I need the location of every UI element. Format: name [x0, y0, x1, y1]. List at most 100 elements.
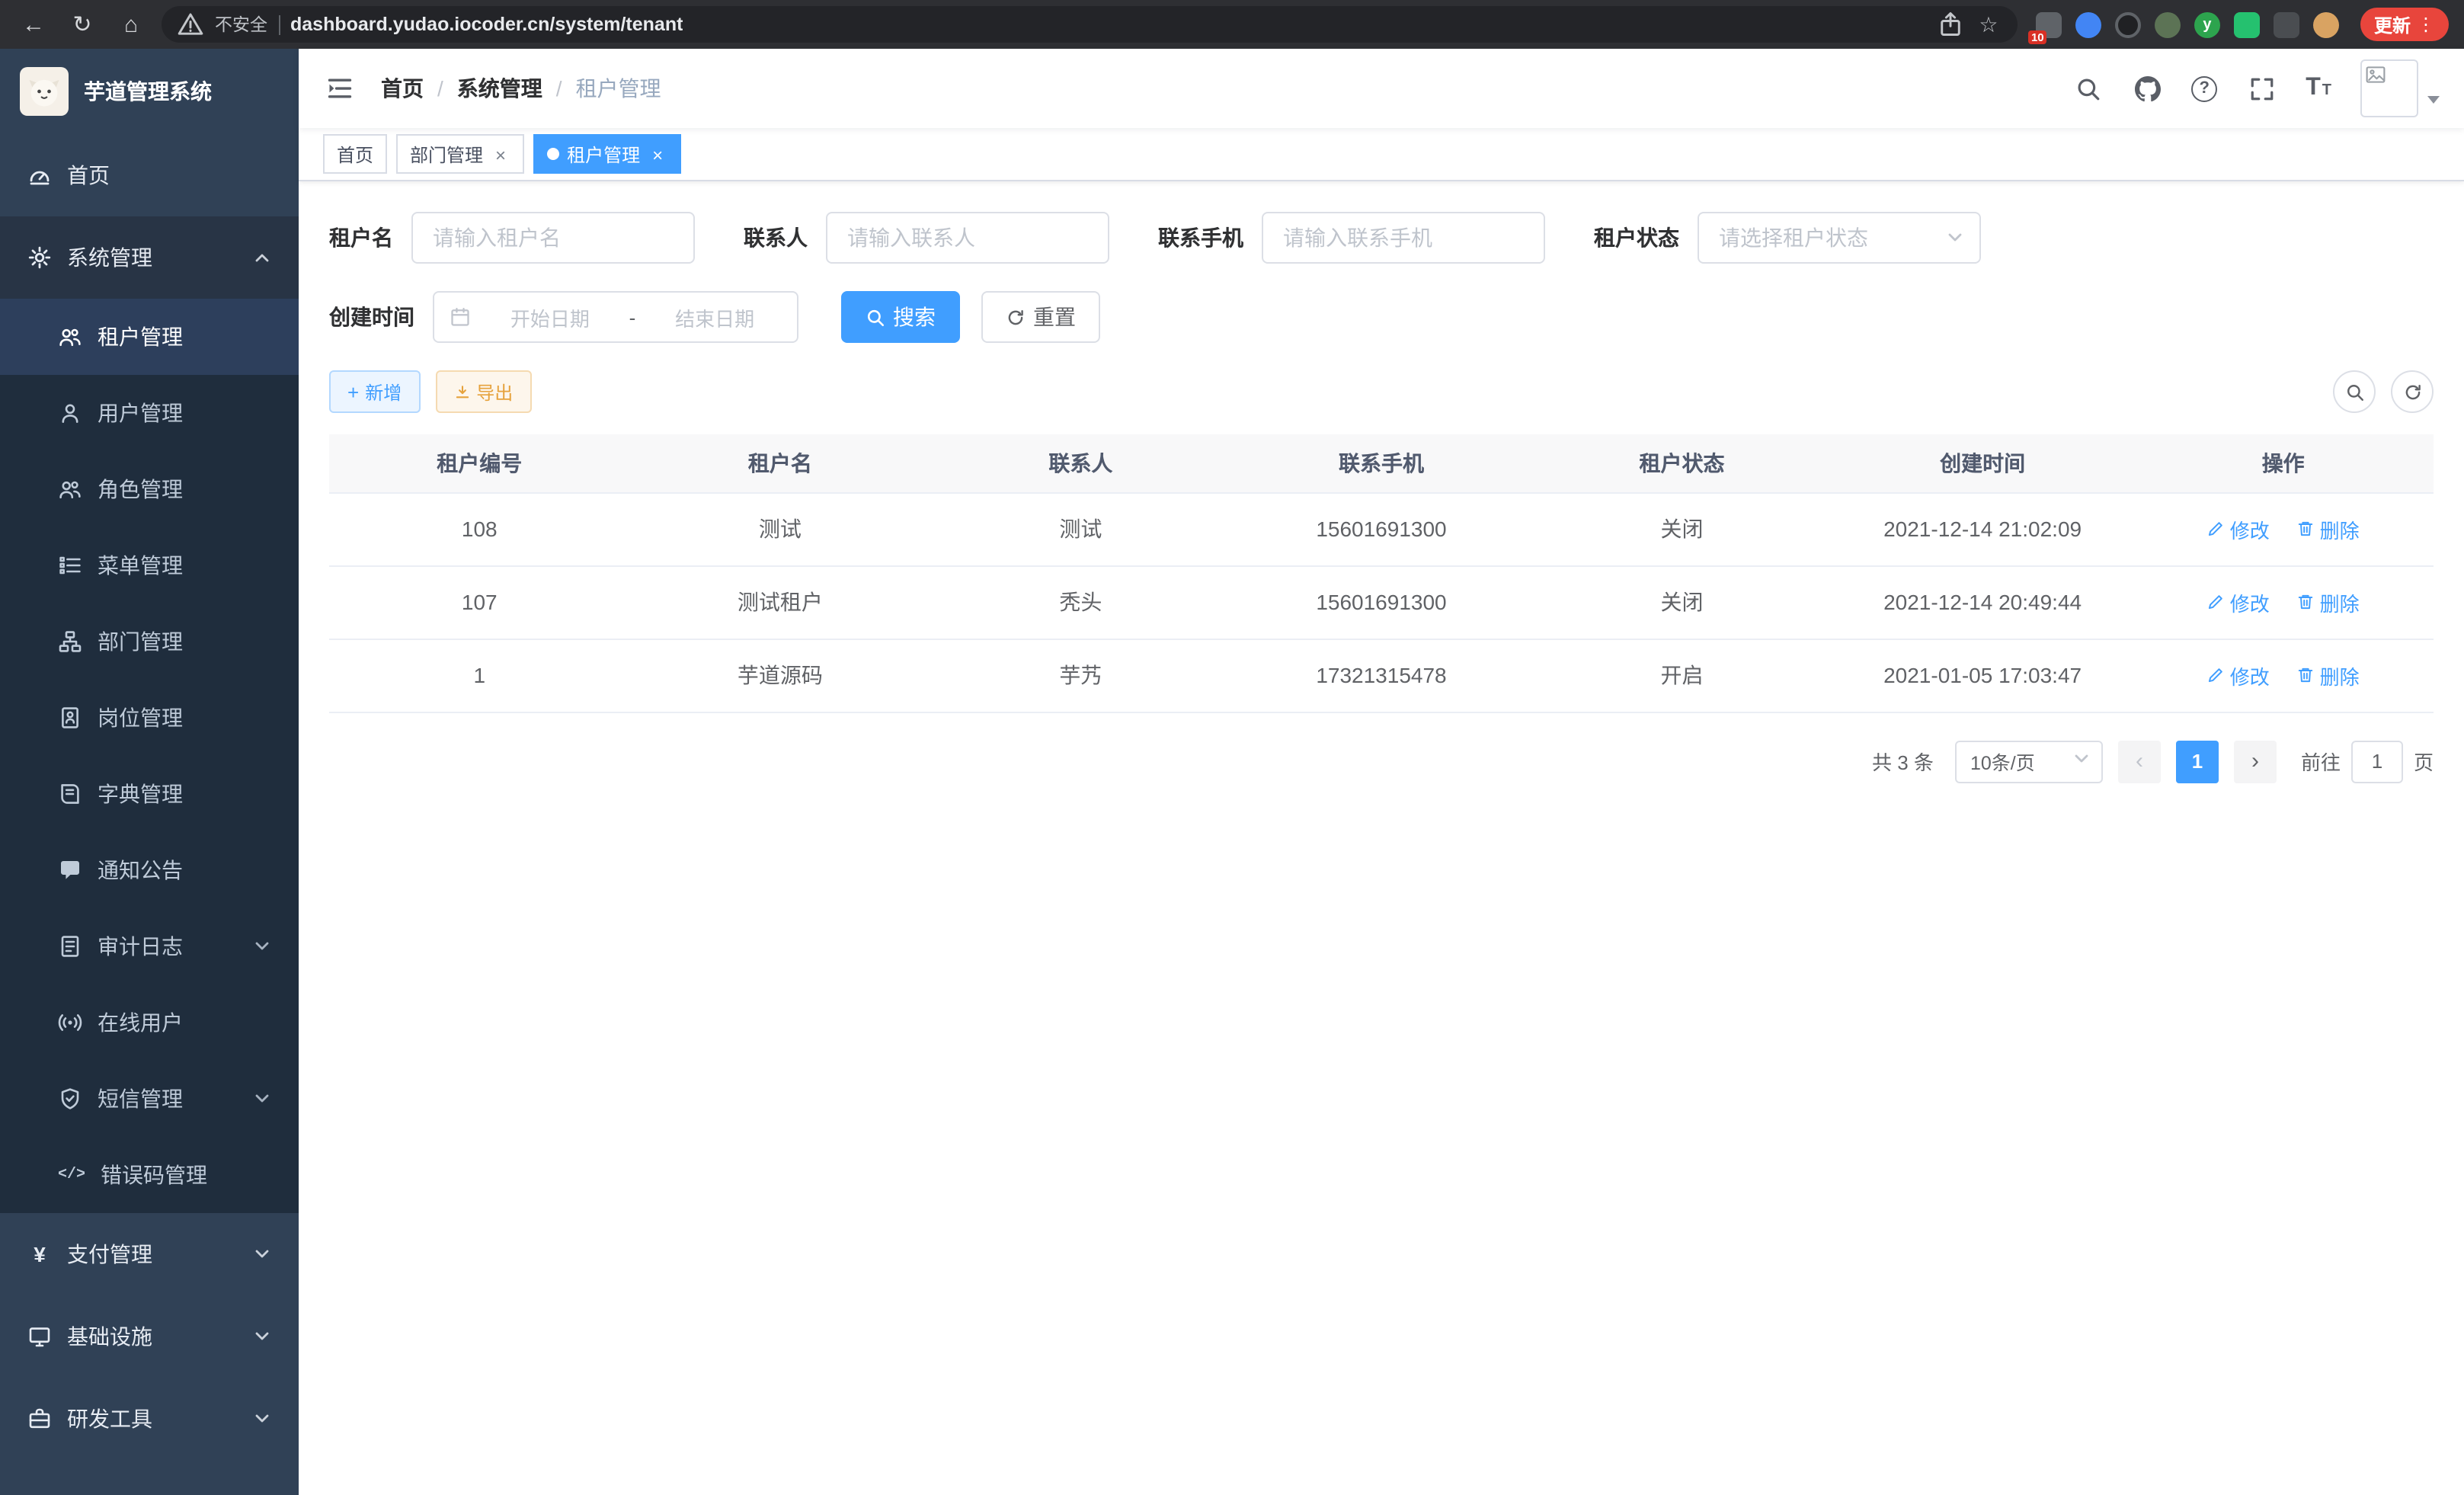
trash-icon — [2297, 593, 2315, 611]
toggle-search-button[interactable] — [2333, 370, 2376, 413]
message-bubble-icon — [58, 858, 82, 882]
sidebar-item-user[interactable]: 用户管理 — [0, 375, 299, 451]
pagination: 共 3 条 10条/页 ‹ 1 › 前往 页 — [329, 740, 2434, 783]
next-page-button[interactable]: › — [2234, 740, 2277, 783]
edit-label: 修改 — [2230, 587, 2270, 616]
col-phone: 联系手机 — [1231, 434, 1532, 492]
refresh-icon — [1006, 307, 1026, 327]
extension-icon[interactable] — [2115, 11, 2141, 37]
delete-link[interactable]: 删除 — [2297, 587, 2360, 616]
extension-icon[interactable] — [2155, 11, 2181, 37]
sidebar-item-error-code[interactable]: </> 错误码管理 — [0, 1137, 299, 1213]
chevron-down-icon — [253, 937, 271, 956]
extension-icon[interactable]: 10 — [2036, 11, 2062, 37]
home-icon[interactable]: ⌂ — [113, 6, 149, 43]
extensions-puzzle-icon[interactable] — [2274, 11, 2299, 37]
extension-icon[interactable] — [2234, 11, 2260, 37]
close-icon[interactable]: × — [491, 144, 510, 164]
shield-icon — [58, 1087, 82, 1111]
sidebar-item-infra[interactable]: 基础设施 — [0, 1295, 299, 1378]
browser-toolbar: ← ↻ ⌂ 不安全 dashboard.yudao.iocoder.cn/sys… — [0, 0, 2464, 49]
chevron-up-icon — [253, 248, 271, 267]
edit-link[interactable]: 修改 — [2207, 514, 2270, 543]
sidebar-item-dept[interactable]: 部门管理 — [0, 603, 299, 680]
cell-phone: 15601691300 — [1231, 565, 1532, 639]
sidebar-item-sms[interactable]: 短信管理 — [0, 1061, 299, 1137]
extension-icon[interactable]: y — [2194, 11, 2220, 37]
share-icon[interactable] — [1937, 11, 1964, 38]
delete-link[interactable]: 删除 — [2297, 661, 2360, 690]
edit-link[interactable]: 修改 — [2207, 587, 2270, 616]
status-select[interactable]: 请选择租户状态 — [1698, 212, 1981, 264]
search-button[interactable]: 搜索 — [841, 291, 960, 343]
sidebar-item-audit-log[interactable]: 审计日志 — [0, 908, 299, 984]
sidebar-item-payment[interactable]: ¥ 支付管理 — [0, 1213, 299, 1295]
sidebar-item-dict[interactable]: 字典管理 — [0, 756, 299, 832]
avatar — [2360, 59, 2418, 117]
goto-page-input[interactable] — [2351, 740, 2403, 783]
system-submenu: 租户管理 用户管理 角色管理 — [0, 299, 299, 1213]
edit-link[interactable]: 修改 — [2207, 661, 2270, 690]
export-button[interactable]: 导出 — [435, 370, 531, 413]
url-text[interactable]: dashboard.yudao.iocoder.cn/system/tenant — [290, 14, 683, 35]
url-path: /system/tenant — [549, 14, 683, 35]
prev-page-button[interactable]: ‹ — [2118, 740, 2161, 783]
reload-icon[interactable]: ↻ — [64, 6, 101, 43]
filter-label: 创建时间 — [329, 302, 414, 332]
page-size-select[interactable]: 10条/页 — [1955, 740, 2103, 783]
breadcrumb-system[interactable]: 系统管理 — [457, 73, 542, 104]
sidebar-item-label: 研发工具 — [67, 1404, 238, 1434]
tab-home[interactable]: 首页 — [323, 134, 387, 174]
font-size-icon[interactable]: T T — [2306, 78, 2331, 99]
tenant-name-input[interactable] — [411, 212, 695, 264]
col-status: 租户状态 — [1531, 434, 1832, 492]
browser-update-button[interactable]: 更新 ⋮ — [2360, 8, 2449, 41]
github-icon[interactable] — [2132, 73, 2162, 104]
reset-button[interactable]: 重置 — [981, 291, 1100, 343]
sidebar-item-menu[interactable]: 菜单管理 — [0, 527, 299, 603]
user-avatar-menu[interactable] — [2360, 59, 2440, 117]
close-icon[interactable]: × — [648, 144, 667, 164]
sidebar-item-home[interactable]: 首页 — [0, 134, 299, 216]
sidebar-item-tenant[interactable]: 租户管理 — [0, 299, 299, 375]
sidebar-item-role[interactable]: 角色管理 — [0, 451, 299, 527]
sidebar-item-label: 用户管理 — [98, 398, 271, 428]
back-icon[interactable]: ← — [15, 6, 52, 43]
sidebar-item-post[interactable]: 岗位管理 — [0, 680, 299, 756]
col-tenant-id: 租户编号 — [329, 434, 630, 492]
sidebar-item-online-users[interactable]: 在线用户 — [0, 984, 299, 1061]
help-icon[interactable]: ? — [2191, 75, 2217, 101]
page-content: 租户名 联系人 联系手机 租户状态 请选择租户状态 — [299, 181, 2464, 1495]
tab-dept[interactable]: 部门管理 × — [396, 134, 524, 174]
tags-view-bar: 首页 部门管理 × 租户管理 × — [299, 128, 2464, 181]
extension-icon[interactable] — [2075, 11, 2101, 37]
profile-avatar-icon[interactable] — [2313, 11, 2339, 37]
cell-status: 关闭 — [1531, 492, 1832, 565]
add-button[interactable]: + 新增 — [329, 370, 420, 413]
cell-name: 测试租户 — [630, 565, 931, 639]
cell-contact: 秃头 — [930, 565, 1231, 639]
security-label[interactable]: 不安全 — [215, 12, 267, 37]
tab-tenant[interactable]: 租户管理 × — [533, 134, 681, 174]
breadcrumb-home[interactable]: 首页 — [381, 73, 424, 104]
sidebar-item-dev-tools[interactable]: 研发工具 — [0, 1378, 299, 1460]
filter-phone: 联系手机 — [1158, 212, 1545, 264]
phone-input[interactable] — [1262, 212, 1545, 264]
address-bar[interactable]: 不安全 dashboard.yudao.iocoder.cn/system/te… — [162, 6, 2018, 43]
bookmark-star-icon[interactable]: ☆ — [1975, 11, 2002, 38]
sidebar-fold-icon[interactable] — [323, 72, 357, 105]
sidebar-item-notice[interactable]: 通知公告 — [0, 832, 299, 908]
sidebar-item-system[interactable]: 系统管理 — [0, 216, 299, 299]
logo-row[interactable]: 芋道管理系统 — [0, 49, 299, 134]
search-icon[interactable] — [2072, 73, 2103, 104]
chevron-down-icon — [2072, 750, 2091, 773]
date-range-picker[interactable]: 开始日期 - 结束日期 — [433, 291, 798, 343]
page-number-1[interactable]: 1 — [2176, 740, 2219, 783]
refresh-table-button[interactable] — [2391, 370, 2434, 413]
contact-input[interactable] — [826, 212, 1109, 264]
delete-label: 删除 — [2320, 587, 2360, 616]
delete-link[interactable]: 删除 — [2297, 514, 2360, 543]
fullscreen-icon[interactable] — [2246, 73, 2277, 104]
extension-letter: y — [2194, 11, 2220, 37]
top-navbar: 首页 / 系统管理 / 租户管理 ? — [299, 49, 2464, 128]
